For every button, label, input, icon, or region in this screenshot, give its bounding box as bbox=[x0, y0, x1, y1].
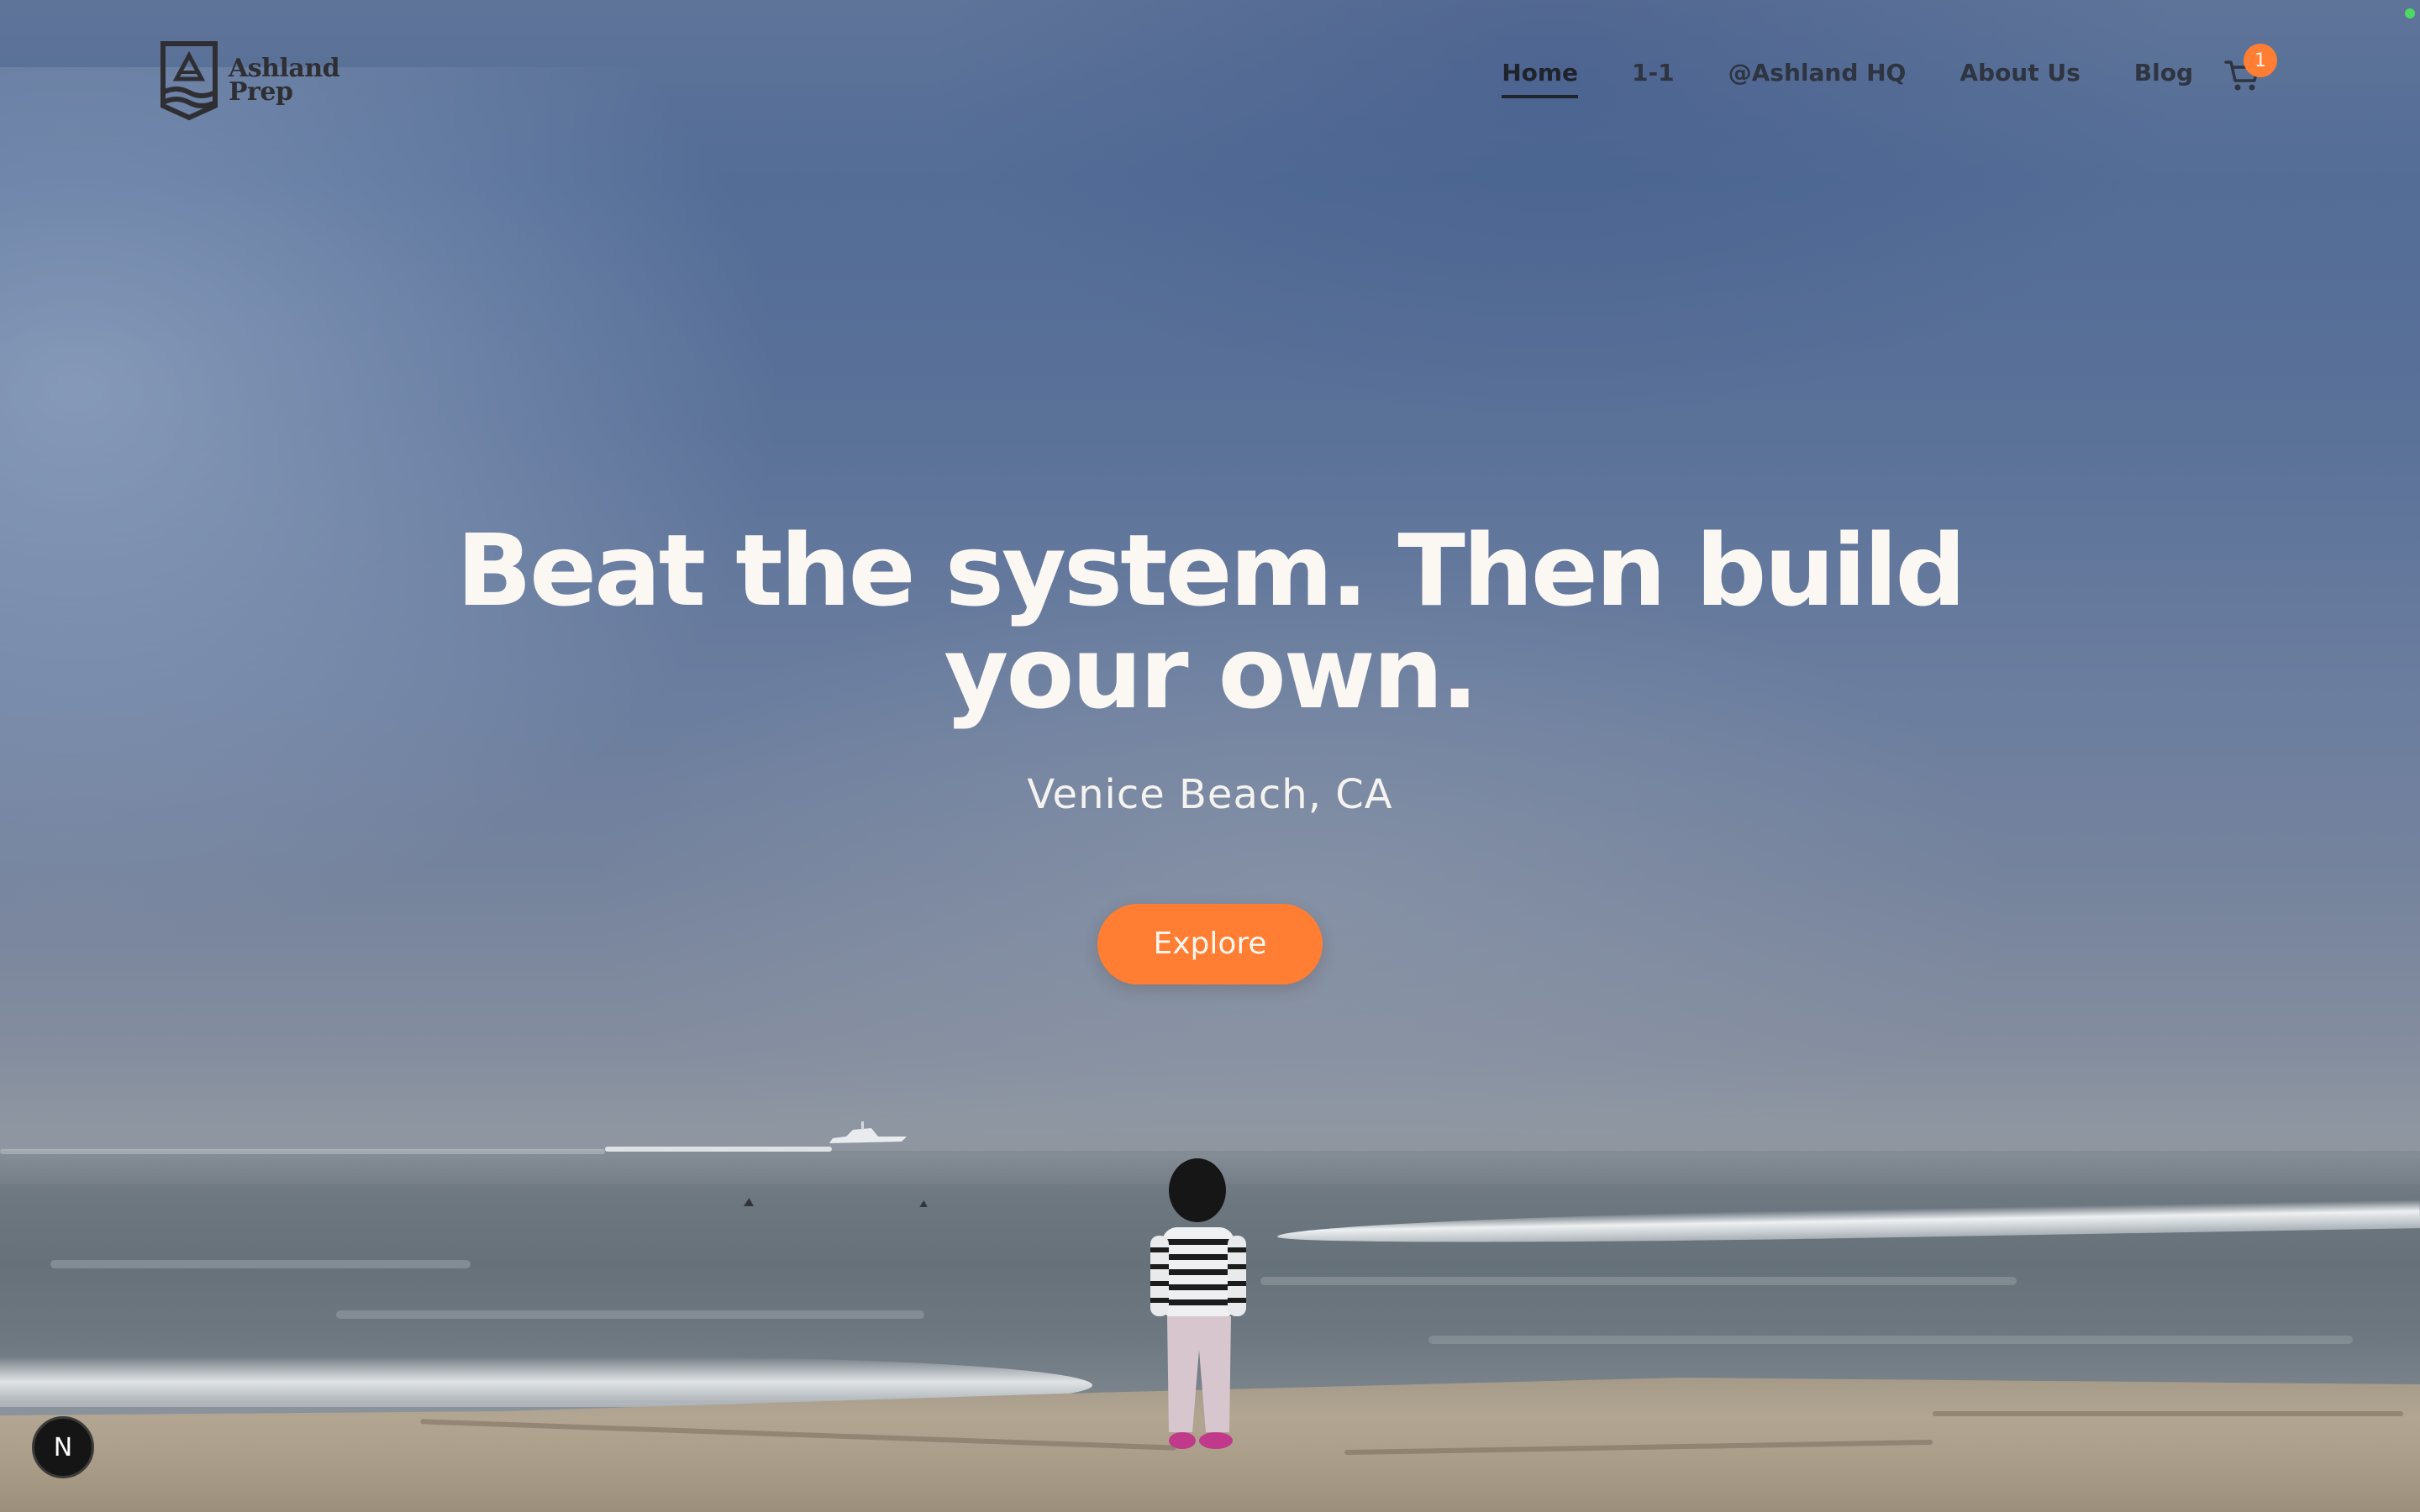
boat-wake-far bbox=[0, 1149, 605, 1154]
hero-title: Beat the system. Then build your own. bbox=[454, 519, 1966, 724]
main-nav: Home 1-1 @Ashland HQ About Us Blog bbox=[1448, 59, 2193, 98]
explore-button[interactable]: Explore bbox=[1097, 904, 1323, 984]
hero-location: Venice Beach, CA bbox=[1027, 771, 1393, 818]
brand-name-line2: Prep bbox=[229, 77, 293, 107]
nav-about-us[interactable]: About Us bbox=[1960, 59, 2080, 93]
hero-title-line2: your own. bbox=[944, 615, 1478, 731]
brand-name: Ashland Prep bbox=[229, 56, 340, 107]
brand-logo[interactable]: Ashland Prep bbox=[160, 39, 340, 123]
nextjs-dev-indicator-icon[interactable]: N bbox=[32, 1416, 94, 1478]
cart-count-badge: 1 bbox=[2244, 44, 2277, 77]
sand-track bbox=[1933, 1411, 2403, 1416]
sea-foam bbox=[1260, 1277, 2017, 1285]
sea-foam bbox=[1428, 1336, 2353, 1344]
dev-badge-label: N bbox=[53, 1432, 73, 1462]
hero-section: Beat the system. Then build your own. Ve… bbox=[0, 519, 2420, 984]
status-indicator bbox=[2405, 8, 2415, 18]
ashland-shield-logo-icon bbox=[160, 41, 218, 121]
nav-blog[interactable]: Blog bbox=[2134, 59, 2193, 93]
landing-page: Ashland Prep Home 1-1 @Ashland HQ About … bbox=[0, 0, 2420, 1512]
site-header: Ashland Prep Home 1-1 @Ashland HQ About … bbox=[0, 0, 2420, 160]
sea-foam bbox=[336, 1310, 924, 1319]
nav-ashland-hq[interactable]: @Ashland HQ bbox=[1728, 59, 1907, 93]
boat-wake bbox=[605, 1147, 832, 1152]
hero-title-line1: Beat the system. Then build bbox=[456, 512, 1966, 628]
boat-icon bbox=[829, 1121, 907, 1143]
child-figure bbox=[1150, 1158, 1246, 1449]
sea-foam bbox=[50, 1260, 471, 1268]
nav-one-on-one[interactable]: 1-1 bbox=[1632, 59, 1675, 93]
nav-home[interactable]: Home bbox=[1502, 59, 1578, 98]
